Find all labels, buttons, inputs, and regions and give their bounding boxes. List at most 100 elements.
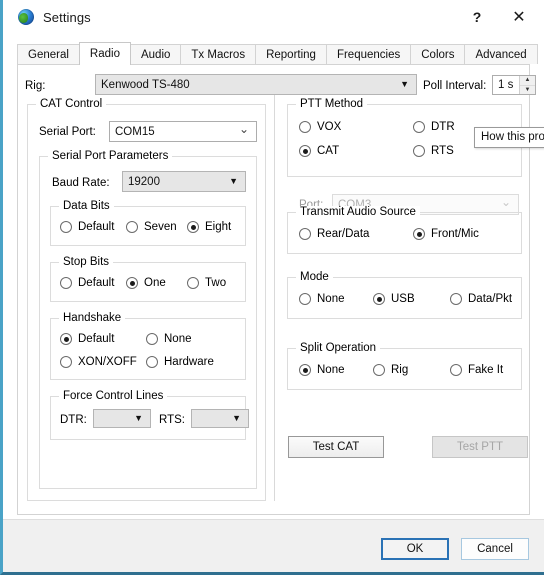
radio-mode-usb[interactable]: USB [373, 293, 415, 305]
radio-ptt-vox[interactable]: VOX [299, 121, 341, 133]
radio-dot-icon [146, 333, 158, 345]
handshake-group: Handshake Default None XON/XOFF Hardware [50, 312, 246, 380]
radio-dot-icon [299, 121, 311, 133]
radio-handshake-none[interactable]: None [146, 333, 192, 345]
radio-label: Data/Pkt [468, 293, 513, 305]
tab-tx-macros[interactable]: Tx Macros [180, 44, 257, 64]
radio-dot-icon [299, 293, 311, 305]
poll-interval-spinner[interactable]: 1 s ▲ ▼ [492, 75, 536, 95]
radio-dot-icon [126, 221, 138, 233]
radio-split-rig[interactable]: Rig [373, 364, 408, 376]
cat-control-group: CAT Control Serial Port: COM15 ⌄ Serial … [27, 98, 266, 501]
radio-dot-icon [60, 356, 72, 368]
radio-stop-bits-one[interactable]: One [126, 277, 166, 289]
radio-split-fake-it[interactable]: Fake It [450, 364, 503, 376]
tab-advanced[interactable]: Advanced [464, 44, 538, 64]
radio-mode-data-pkt[interactable]: Data/Pkt [450, 293, 512, 305]
stop-bits-title: Stop Bits [59, 256, 114, 268]
radio-stop-bits-default[interactable]: Default [60, 277, 114, 289]
spinner-buttons[interactable]: ▲ ▼ [519, 76, 535, 94]
radio-label: Hardware [164, 356, 214, 368]
baud-rate-label: Baud Rate: [52, 177, 110, 189]
dtr-combo[interactable]: ▼ [93, 409, 151, 428]
spinner-down-icon[interactable]: ▼ [520, 86, 535, 95]
radio-dot-icon [60, 277, 72, 289]
radio-label: One [144, 277, 166, 289]
radio-ptt-dtr[interactable]: DTR [413, 121, 455, 133]
radio-label: None [317, 293, 345, 305]
radio-dot-icon [373, 364, 385, 376]
mode-title: Mode [296, 271, 333, 283]
radio-label: None [164, 333, 192, 345]
panel-divider [274, 91, 275, 501]
rig-label: Rig: [25, 80, 46, 92]
radio-ptt-cat[interactable]: CAT [299, 145, 339, 157]
radio-label: Two [205, 277, 227, 289]
transmit-audio-source-title: Transmit Audio Source [296, 206, 420, 218]
rts-combo[interactable]: ▼ [191, 409, 249, 428]
serial-port-parameters-title: Serial Port Parameters [48, 150, 173, 162]
radio-data-bits-eight[interactable]: Eight [187, 221, 231, 233]
tab-frequencies[interactable]: Frequencies [325, 44, 412, 64]
radio-dot-icon [126, 277, 138, 289]
radio-split-none[interactable]: None [299, 364, 345, 376]
poll-interval-label: Poll Interval: [423, 80, 487, 92]
poll-interval-value: 1 s [498, 79, 514, 91]
tooltip: How this prog [474, 127, 544, 148]
radio-label: Fake It [468, 364, 504, 376]
split-operation-group: Split Operation None Rig Fake It [287, 342, 522, 390]
force-control-lines-title: Force Control Lines [59, 390, 168, 402]
ptt-method-title: PTT Method [296, 98, 368, 110]
tab-radio[interactable]: Radio [78, 42, 131, 65]
radio-label: Eight [205, 221, 232, 233]
cat-control-title: CAT Control [36, 98, 107, 110]
dtr-label: DTR: [60, 414, 87, 426]
radio-label: DTR [431, 121, 455, 133]
transmit-audio-source-group: Transmit Audio Source Rear/Data Front/Mi… [287, 206, 522, 254]
radio-data-bits-default[interactable]: Default [60, 221, 114, 233]
radio-label: XON/XOFF [78, 356, 137, 368]
ok-button[interactable]: OK [381, 538, 449, 560]
tab-reporting[interactable]: Reporting [255, 44, 327, 64]
radio-audio-rear-data[interactable]: Rear/Data [299, 228, 369, 240]
tab-colors[interactable]: Colors [410, 44, 466, 64]
radio-dot-icon [413, 121, 425, 133]
window-title: Settings [43, 9, 91, 25]
close-button[interactable]: ✕ [498, 1, 540, 33]
tab-strip: General Radio Audio Tx Macros Reporting … [17, 42, 538, 65]
cancel-button[interactable]: Cancel [461, 538, 529, 560]
radio-dot-icon [299, 145, 311, 157]
help-button[interactable]: ? [456, 1, 498, 33]
radio-label: Default [78, 221, 115, 233]
radio-dot-icon [413, 145, 425, 157]
tab-audio[interactable]: Audio [129, 44, 182, 64]
serial-port-label: Serial Port: [39, 126, 96, 138]
radio-audio-front-mic[interactable]: Front/Mic [413, 228, 479, 240]
radio-mode-none[interactable]: None [299, 293, 345, 305]
mode-group: Mode None USB Data/Pkt [287, 271, 522, 319]
serial-port-combo[interactable]: COM15 ⌄ [109, 121, 257, 142]
radio-handshake-xonxoff[interactable]: XON/XOFF [60, 356, 137, 368]
rig-value: Kenwood TS-480 [101, 78, 190, 91]
radio-handshake-hardware[interactable]: Hardware [146, 356, 214, 368]
radio-label: None [317, 364, 345, 376]
rig-combo[interactable]: Kenwood TS-480 ▼ [95, 74, 417, 95]
chevron-down-icon: ▼ [229, 176, 238, 186]
radio-handshake-default[interactable]: Default [60, 333, 114, 345]
baud-rate-combo[interactable]: 19200 ▼ [122, 171, 246, 192]
spinner-up-icon[interactable]: ▲ [520, 76, 535, 86]
radio-stop-bits-two[interactable]: Two [187, 277, 226, 289]
chevron-down-icon: ▼ [232, 413, 241, 423]
test-cat-button[interactable]: Test CAT [288, 436, 384, 458]
dialog-footer: OK Cancel [3, 519, 544, 572]
radio-dot-icon [60, 333, 72, 345]
radio-label: Default [78, 333, 115, 345]
settings-window: Settings ? ✕ General Radio Audio Tx Macr… [0, 0, 544, 575]
radio-dot-icon [187, 221, 199, 233]
radio-ptt-rts[interactable]: RTS [413, 145, 454, 157]
serial-port-value: COM15 [115, 125, 155, 138]
radio-dot-icon [60, 221, 72, 233]
tab-general[interactable]: General [17, 44, 80, 64]
radio-data-bits-seven[interactable]: Seven [126, 221, 177, 233]
radio-dot-icon [299, 228, 311, 240]
